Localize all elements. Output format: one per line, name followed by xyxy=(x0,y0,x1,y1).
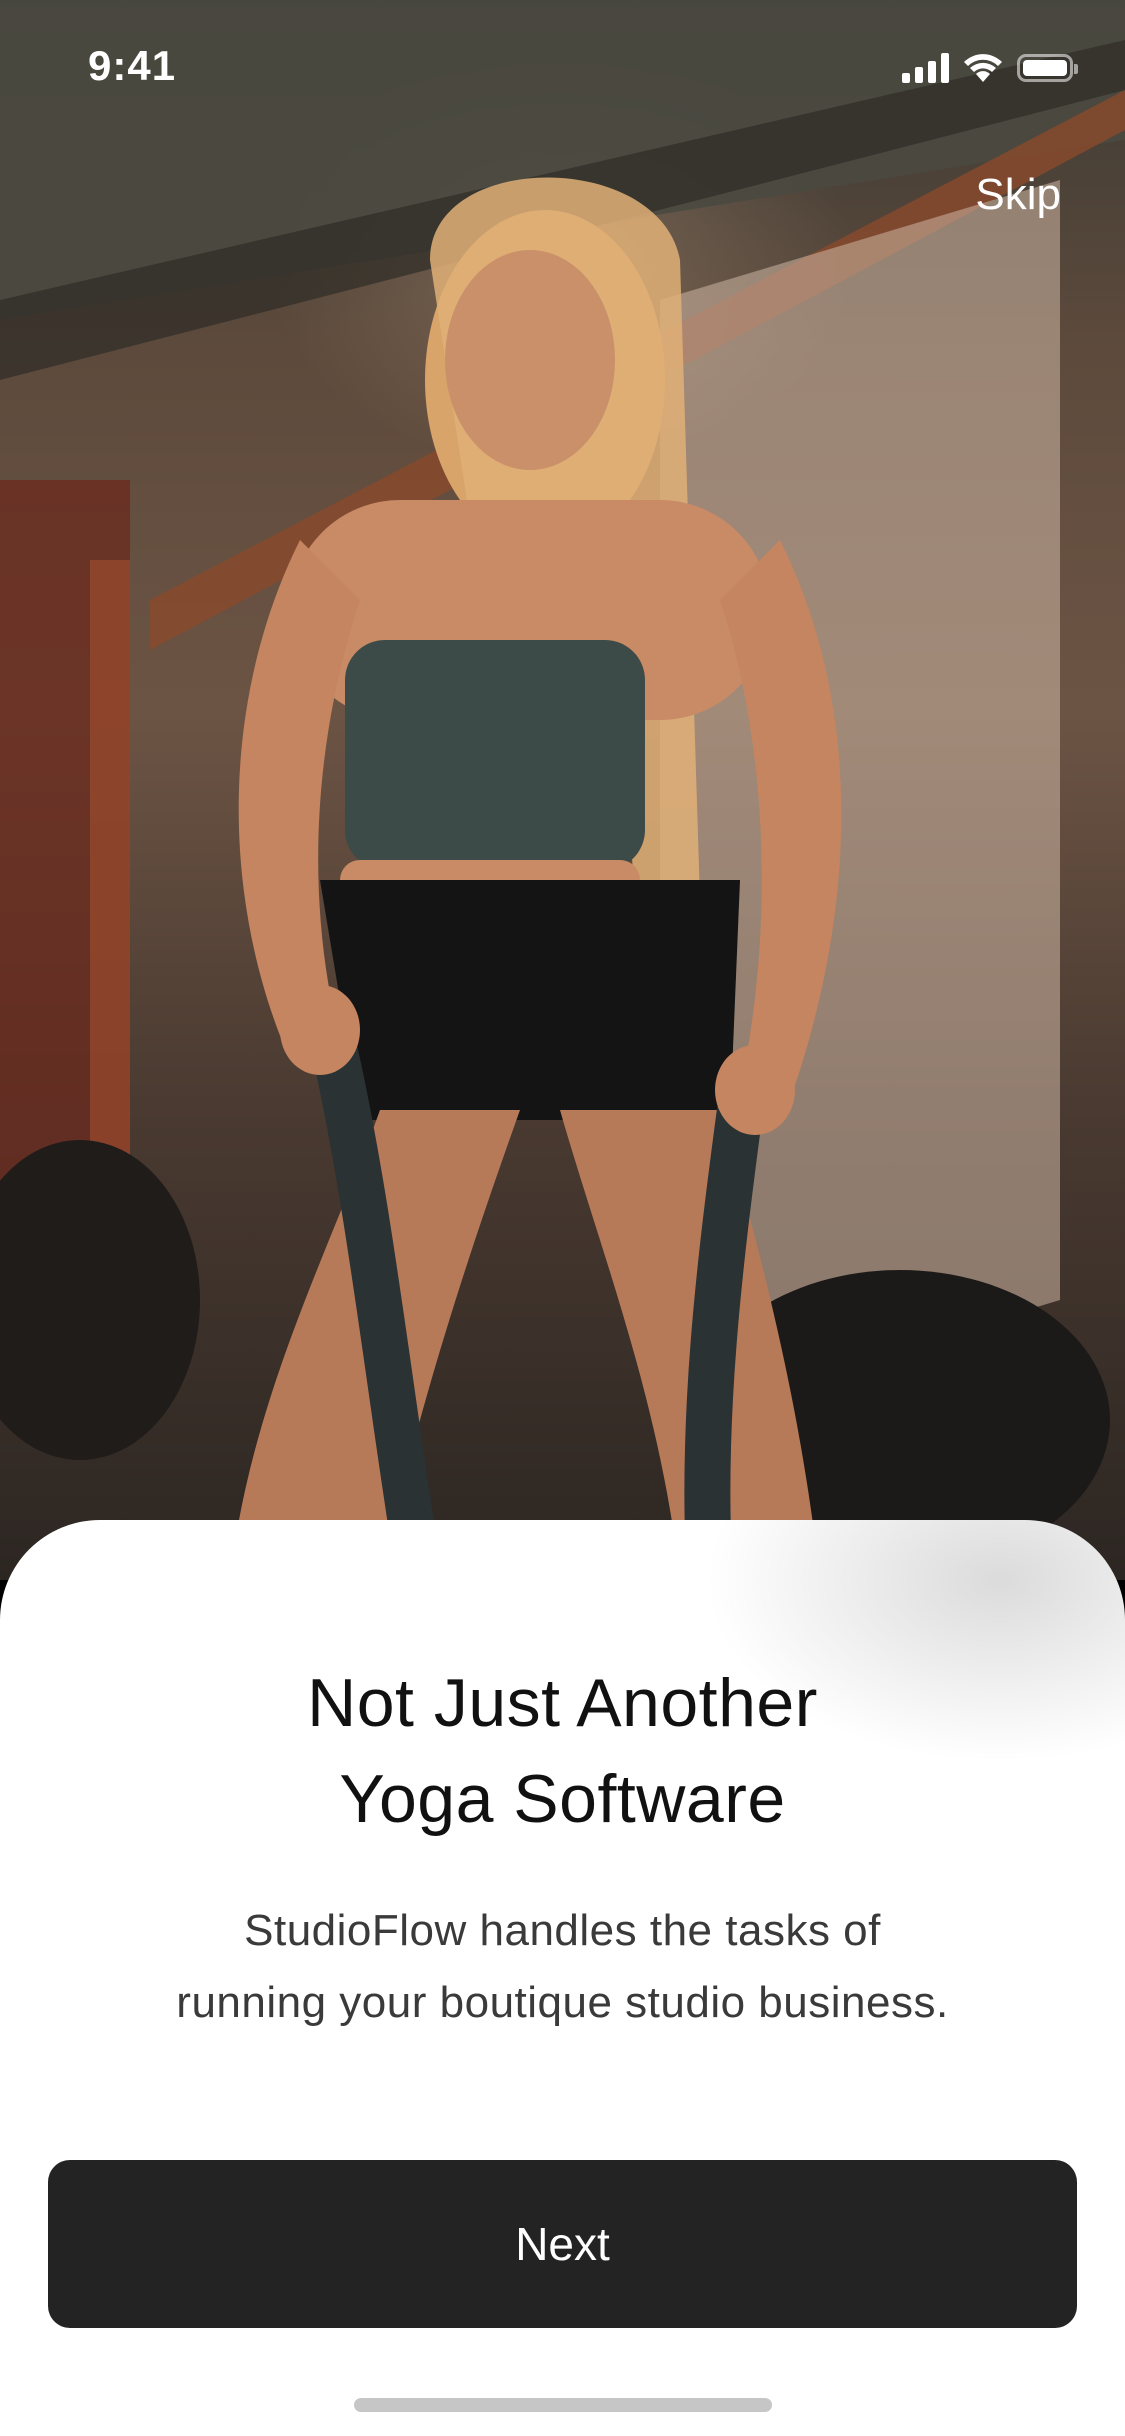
onboarding-sheet: Not Just Another Yoga Software StudioFlo… xyxy=(0,1520,1125,2436)
onboarding-subtitle-line: StudioFlow handles the tasks of xyxy=(244,1906,881,1955)
onboarding-screen: 9:41 Skip Not Just Another Yoga Software… xyxy=(0,0,1125,2436)
hero-photo-illustration xyxy=(0,0,1125,1580)
cellular-signal-icon xyxy=(902,53,949,83)
hero-photo xyxy=(0,0,1125,1580)
onboarding-subtitle-line: running your boutique studio business. xyxy=(176,1978,949,2027)
status-icons xyxy=(902,48,1078,88)
battery-icon xyxy=(1017,54,1078,82)
onboarding-title-line: Not Just Another xyxy=(307,1665,818,1741)
onboarding-subtitle: StudioFlow handles the tasks of running … xyxy=(0,1895,1125,2039)
onboarding-title: Not Just Another Yoga Software xyxy=(0,1655,1125,1847)
next-button[interactable]: Next xyxy=(48,2160,1077,2328)
wifi-icon xyxy=(964,54,1002,82)
skip-button[interactable]: Skip xyxy=(975,170,1061,220)
home-indicator[interactable] xyxy=(354,2398,772,2412)
next-button-label: Next xyxy=(515,2218,610,2270)
onboarding-title-line: Yoga Software xyxy=(339,1761,786,1837)
status-time: 9:41 xyxy=(88,42,177,89)
